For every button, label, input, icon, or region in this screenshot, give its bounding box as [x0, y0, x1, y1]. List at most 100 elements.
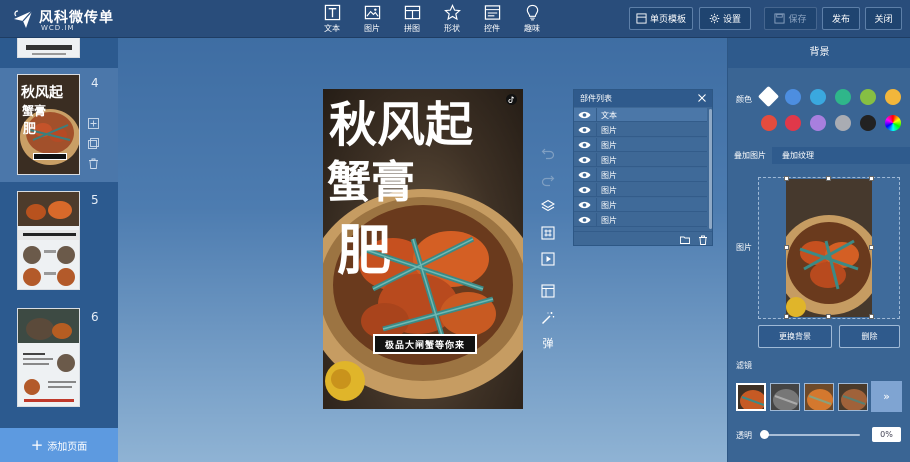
redo-button[interactable]: [540, 172, 556, 188]
color-swatch[interactable]: [860, 115, 876, 131]
filter-option[interactable]: [804, 383, 834, 411]
color-swatch[interactable]: [785, 115, 801, 131]
lightbulb-icon: [526, 4, 538, 21]
eye-icon[interactable]: [578, 125, 591, 135]
page-item-5[interactable]: 5: [0, 184, 118, 298]
eye-icon[interactable]: [578, 200, 591, 210]
tool-text[interactable]: 文本: [312, 3, 352, 35]
page-number: 6: [91, 310, 99, 324]
background-image-preview[interactable]: [758, 176, 900, 319]
crab-thumbnail-image: [18, 309, 79, 402]
tab-overlay-image[interactable]: 叠加图片: [728, 147, 772, 164]
color-swatch[interactable]: [761, 115, 777, 131]
eye-icon[interactable]: [578, 155, 591, 165]
more-filters-button[interactable]: »: [871, 381, 902, 412]
delete-page-icon[interactable]: [88, 158, 99, 169]
poster-caption[interactable]: 极品大闸蟹等你来: [373, 334, 477, 354]
resize-handle[interactable]: [869, 245, 874, 250]
copy-page-icon[interactable]: [88, 138, 99, 149]
gear-icon: [709, 13, 720, 24]
resize-handle[interactable]: [784, 314, 789, 319]
publish-button[interactable]: 发布: [822, 7, 860, 30]
single-page-template-button[interactable]: 单页模板: [629, 7, 693, 30]
replace-background-button[interactable]: 更换背景: [758, 325, 832, 348]
page-thumbnail: 秋风起 蟹膏 肥: [17, 74, 80, 175]
delete-background-button[interactable]: 删除: [839, 325, 900, 348]
layer-row[interactable]: 图片: [574, 138, 707, 152]
undo-button[interactable]: [540, 145, 556, 161]
layer-name: 图片: [601, 156, 617, 165]
filter-option[interactable]: [770, 383, 800, 411]
add-page-button[interactable]: + 添加页面: [0, 428, 118, 462]
page-item-6[interactable]: 6: [0, 300, 118, 424]
magic-button[interactable]: [540, 310, 556, 326]
layers-panel-title: 部件列表: [574, 90, 712, 107]
settings-button[interactable]: 设置: [699, 7, 751, 30]
color-swatch[interactable]: [810, 115, 826, 131]
close-label: 关闭: [874, 15, 893, 25]
opacity-value[interactable]: 0%: [872, 427, 901, 442]
eye-icon[interactable]: [578, 185, 591, 195]
color-picker-rainbow-icon[interactable]: [885, 115, 901, 131]
add-page-icon[interactable]: [88, 118, 99, 129]
layer-name: 图片: [601, 141, 617, 150]
layer-row[interactable]: 文本: [574, 108, 707, 122]
layer-row[interactable]: 图片: [574, 123, 707, 137]
resize-handle[interactable]: [826, 176, 831, 181]
background-image: [786, 179, 872, 317]
crab-thumbnail-image: [18, 192, 79, 286]
layer-row[interactable]: 图片: [574, 168, 707, 182]
tool-image[interactable]: 图片: [352, 3, 392, 35]
poster-caption-text: 极品大闸蟹等你来: [375, 336, 475, 352]
color-swatch[interactable]: [810, 89, 826, 105]
filter-option[interactable]: [736, 383, 766, 411]
tool-puzzle[interactable]: 拼图: [392, 3, 432, 35]
folder-icon[interactable]: [680, 235, 690, 245]
close-button[interactable]: 关闭: [865, 7, 902, 30]
tool-widget[interactable]: 控件: [472, 3, 512, 35]
poster-title-line2: 蟹膏: [327, 157, 415, 208]
close-icon[interactable]: [697, 93, 707, 103]
popup-button[interactable]: 弹: [540, 335, 556, 351]
color-swatch-white[interactable]: [757, 85, 780, 108]
eye-icon[interactable]: [578, 215, 591, 225]
color-swatch[interactable]: [835, 115, 851, 131]
layers-icon: [541, 199, 555, 212]
save-button[interactable]: 保存: [764, 7, 817, 30]
preview-button[interactable]: [540, 251, 556, 267]
eye-icon[interactable]: [578, 110, 591, 120]
tab-overlay-texture[interactable]: 叠加纹理: [776, 147, 820, 164]
resize-handle[interactable]: [784, 245, 789, 250]
color-swatch[interactable]: [885, 89, 901, 105]
eye-icon[interactable]: [578, 170, 591, 180]
resize-handle[interactable]: [869, 314, 874, 319]
color-swatch[interactable]: [835, 89, 851, 105]
layer-name: 图片: [601, 186, 617, 195]
layers-scrollbar[interactable]: [709, 109, 712, 229]
layer-row[interactable]: 图片: [574, 213, 707, 227]
grid-button[interactable]: [540, 225, 556, 241]
filter-option[interactable]: [838, 383, 868, 411]
opacity-slider-thumb[interactable]: [760, 430, 769, 439]
app-logo[interactable]: 风科微传单 WCD.IM: [12, 5, 122, 33]
eye-icon[interactable]: [578, 140, 591, 150]
table-button[interactable]: [540, 283, 556, 299]
trash-icon[interactable]: [698, 235, 708, 245]
poster-canvas[interactable]: 秋风起 蟹膏 肥 极品大闸蟹等你来: [323, 89, 523, 409]
opacity-slider-track[interactable]: [764, 434, 860, 436]
resize-handle[interactable]: [826, 314, 831, 319]
layer-row[interactable]: 图片: [574, 153, 707, 167]
resize-handle[interactable]: [869, 176, 874, 181]
tool-fun[interactable]: 趣味: [512, 3, 552, 35]
svg-text:蟹膏: 蟹膏: [21, 103, 46, 118]
page-thumbnail: [17, 38, 80, 58]
page-item-3[interactable]: [0, 38, 118, 66]
color-swatch[interactable]: [860, 89, 876, 105]
layer-row[interactable]: 图片: [574, 183, 707, 197]
tool-shape[interactable]: 形状: [432, 3, 472, 35]
page-item-4[interactable]: 秋风起 蟹膏 肥 4: [0, 68, 118, 182]
layer-row[interactable]: 图片: [574, 198, 707, 212]
resize-handle[interactable]: [784, 176, 789, 181]
layers-button[interactable]: [540, 198, 556, 214]
color-swatch[interactable]: [785, 89, 801, 105]
